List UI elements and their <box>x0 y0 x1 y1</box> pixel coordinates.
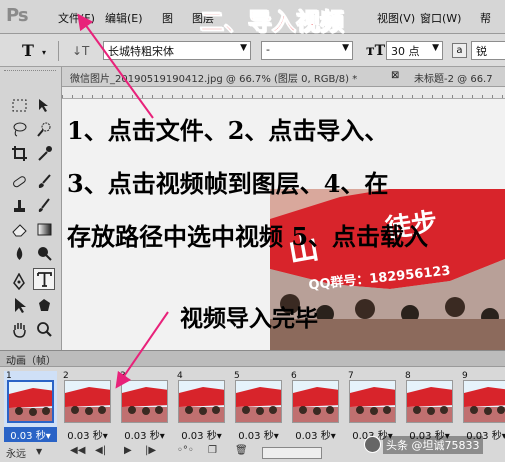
document-tab[interactable]: 未标题-2 @ 66.7 <box>414 70 505 87</box>
document-area: 微信图片_20190519190412.jpg @ 66.7% (图层 0, R… <box>62 67 505 350</box>
hand-tool-icon[interactable] <box>8 318 30 340</box>
font-size-value: 30 点 <box>391 45 420 58</box>
canvas[interactable]: 山 徒步 QQ群号：182956123 1、点击文件、2、点击导入、 3、点击视… <box>62 99 505 350</box>
next-frame-icon[interactable]: |▶ <box>145 445 156 456</box>
instruction-line: 1、点击文件、2、点击导入、 <box>67 116 389 145</box>
frame-thumbnail <box>406 380 453 423</box>
animation-panel-title: 动画（帧） <box>6 356 56 367</box>
chevron-down-icon[interactable]: ▾ <box>42 48 46 57</box>
quick-select-tool-icon[interactable] <box>33 118 55 140</box>
lasso-tool-icon[interactable] <box>8 118 30 140</box>
document-tab-bar: 微信图片_20190519190412.jpg @ 66.7% (图层 0, R… <box>62 67 505 87</box>
font-size-select[interactable]: 30 点 ▼ <box>386 41 443 60</box>
horizontal-ruler <box>62 87 505 99</box>
type-tool-icon[interactable] <box>33 268 55 290</box>
document-tab-active[interactable]: 微信图片_20190519190412.jpg @ 66.7% (图层 0, R… <box>70 70 402 87</box>
chevron-down-icon: ▼ <box>432 43 439 53</box>
menu-file[interactable]: 文件(F) <box>58 10 95 26</box>
brush-tool-icon[interactable] <box>33 170 55 192</box>
animation-frame[interactable]: 8 0.03 秒▾ <box>403 371 456 442</box>
path-selection-tool-icon[interactable] <box>8 294 30 316</box>
font-style-select[interactable]: - ▼ <box>261 41 353 60</box>
duplicate-frame-icon[interactable]: ❐ <box>208 445 217 456</box>
animation-frame[interactable]: 1 0.03 秒▾ <box>4 371 57 442</box>
chevron-down-icon: ▼ <box>240 43 247 53</box>
menu-help[interactable]: 帮 <box>480 10 491 26</box>
clone-stamp-tool-icon[interactable] <box>8 194 30 216</box>
font-style-value: - <box>266 43 270 56</box>
previous-frame-icon[interactable]: ◀| <box>95 445 106 456</box>
menu-window[interactable]: 窗口(W) <box>420 10 461 26</box>
instruction-line: 3、点击视频帧到图层、4、在 <box>67 169 389 198</box>
frame-delay-select[interactable]: 0.03 秒▾ <box>289 427 342 442</box>
frame-thumbnail <box>349 380 396 423</box>
animation-frame[interactable]: 9 0.03 秒▾ <box>460 371 505 442</box>
first-frame-icon[interactable]: ◀◀ <box>70 445 85 456</box>
frame-delay-select[interactable]: 0.03 秒▾ <box>61 427 114 442</box>
move-tool-icon[interactable] <box>33 94 55 116</box>
menu-edit[interactable]: 编辑(E) <box>105 10 143 26</box>
frames-scrollbar[interactable] <box>262 447 322 459</box>
animation-frame[interactable]: 2 0.03 秒▾ <box>61 371 114 442</box>
gradient-tool-icon[interactable] <box>33 218 55 240</box>
font-family-select[interactable]: 长城特粗宋体 ▼ <box>103 41 251 60</box>
animation-frame[interactable]: 3 0.03 秒▾ <box>118 371 171 442</box>
font-family-value: 长城特粗宋体 <box>108 45 174 58</box>
photoshop-logo: Ps <box>6 5 29 26</box>
animation-panel-header: 动画（帧） <box>0 351 505 367</box>
history-brush-tool-icon[interactable] <box>33 194 55 216</box>
marquee-tool-icon[interactable] <box>8 94 30 116</box>
anti-alias-icon: a <box>452 43 467 58</box>
frame-delay-select[interactable]: 0.03 秒▾ <box>4 427 57 442</box>
crop-tool-icon[interactable] <box>8 142 30 164</box>
animation-frame[interactable]: 7 0.03 秒▾ <box>346 371 399 442</box>
frame-thumbnail <box>121 380 168 423</box>
tool-preset-text-icon[interactable]: T <box>22 41 34 60</box>
eraser-tool-icon[interactable] <box>8 218 30 240</box>
divider <box>58 41 59 61</box>
loop-select[interactable]: 永远 <box>6 445 26 460</box>
frame-thumbnail <box>178 380 225 423</box>
anti-alias-select[interactable]: 锐 <box>471 41 505 60</box>
zoom-tool-icon[interactable] <box>33 318 55 340</box>
healing-brush-tool-icon[interactable] <box>8 170 30 192</box>
status-message: 视频导入完毕 <box>180 305 318 332</box>
menu-view[interactable]: 视图(V) <box>377 10 415 26</box>
font-size-icon: ᴛT <box>366 43 386 59</box>
anti-alias-value: 锐 <box>476 45 487 58</box>
frame-delay-select[interactable]: 0.03 秒▾ <box>232 427 285 442</box>
overlay-step-title: 二、导入视频 <box>200 7 345 37</box>
tween-icon[interactable]: ◦°◦ <box>177 445 194 456</box>
blur-tool-icon[interactable] <box>8 242 30 264</box>
frame-thumbnail <box>463 380 505 423</box>
watermark: 头条 @坦诚75833 <box>383 436 483 454</box>
frame-thumbnail <box>235 380 282 423</box>
frame-thumbnail <box>64 380 111 423</box>
dodge-tool-icon[interactable] <box>33 242 55 264</box>
eyedropper-tool-icon[interactable] <box>33 142 55 164</box>
animation-frame[interactable]: 5 0.03 秒▾ <box>232 371 285 442</box>
frame-thumbnail <box>7 380 54 423</box>
menu-image[interactable]: 图 <box>162 10 173 26</box>
text-orientation-icon[interactable]: ↓T <box>72 44 89 58</box>
frame-delay-select[interactable]: 0.03 秒▾ <box>118 427 171 442</box>
animation-frame[interactable]: 6 0.03 秒▾ <box>289 371 342 442</box>
pen-tool-icon[interactable] <box>8 270 30 292</box>
menu-bar: Ps 文件(F) 编辑(E) 图 图层 视图(V) 窗口(W) 帮 二、导入视频 <box>0 0 505 37</box>
instruction-line: 存放路径中选中视频 5、点击载入 <box>67 222 429 251</box>
close-icon[interactable]: ⊠ <box>391 70 399 81</box>
panel-grip[interactable] <box>4 70 56 75</box>
delete-frame-icon[interactable]: 🗑 <box>235 445 248 456</box>
options-bar: T ▾ ↓T 长城特粗宋体 ▼ - ▼ ᴛT 30 点 ▼ a 锐 <box>0 34 505 67</box>
animation-frame[interactable]: 4 0.03 秒▾ <box>175 371 228 442</box>
frame-thumbnail <box>292 380 339 423</box>
chevron-down-icon[interactable]: ▼ <box>36 447 42 456</box>
frame-delay-select[interactable]: 0.03 秒▾ <box>175 427 228 442</box>
custom-shape-tool-icon[interactable] <box>33 294 55 316</box>
avatar <box>364 436 381 453</box>
tool-panel <box>0 67 62 350</box>
play-icon[interactable]: ▶ <box>124 445 132 456</box>
chevron-down-icon: ▼ <box>342 43 349 53</box>
